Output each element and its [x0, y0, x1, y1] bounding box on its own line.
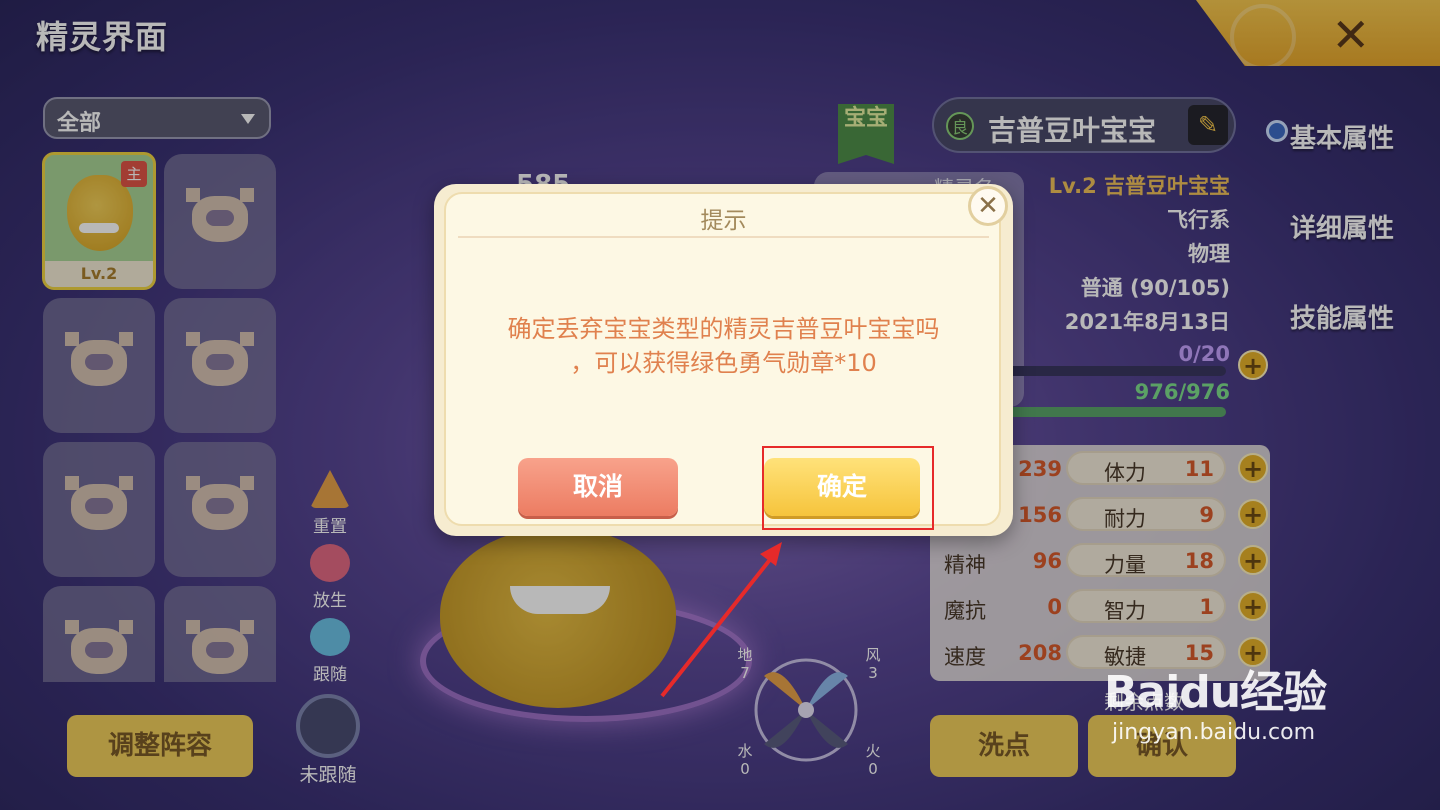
dialog-close-button[interactable]: ✕ [968, 186, 1008, 226]
dialog-title: 提示 [700, 208, 747, 234]
watermark-brand: Baidu经验 [1104, 667, 1327, 718]
close-icon: ✕ [977, 191, 999, 221]
dialog-message-line1: 确定丢弃宝宝类型的精灵吉普豆叶宝宝吗 [507, 315, 940, 343]
cancel-button[interactable]: 取消 [518, 458, 678, 516]
dialog-message: 确定丢弃宝宝类型的精灵吉普豆叶宝宝吗 ，可以获得绿色勇气勋章*10 [434, 312, 1013, 380]
arrow-icon [660, 542, 782, 698]
highlight-box [762, 446, 934, 530]
dialog-message-line2: ，可以获得绿色勇气勋章*10 [570, 349, 877, 377]
watermark-url: jingyan.baidu.com [1112, 720, 1316, 745]
dialog-divider [458, 236, 989, 238]
watermark: Baidu经验 jingyan.baidu.com [1104, 656, 1327, 745]
